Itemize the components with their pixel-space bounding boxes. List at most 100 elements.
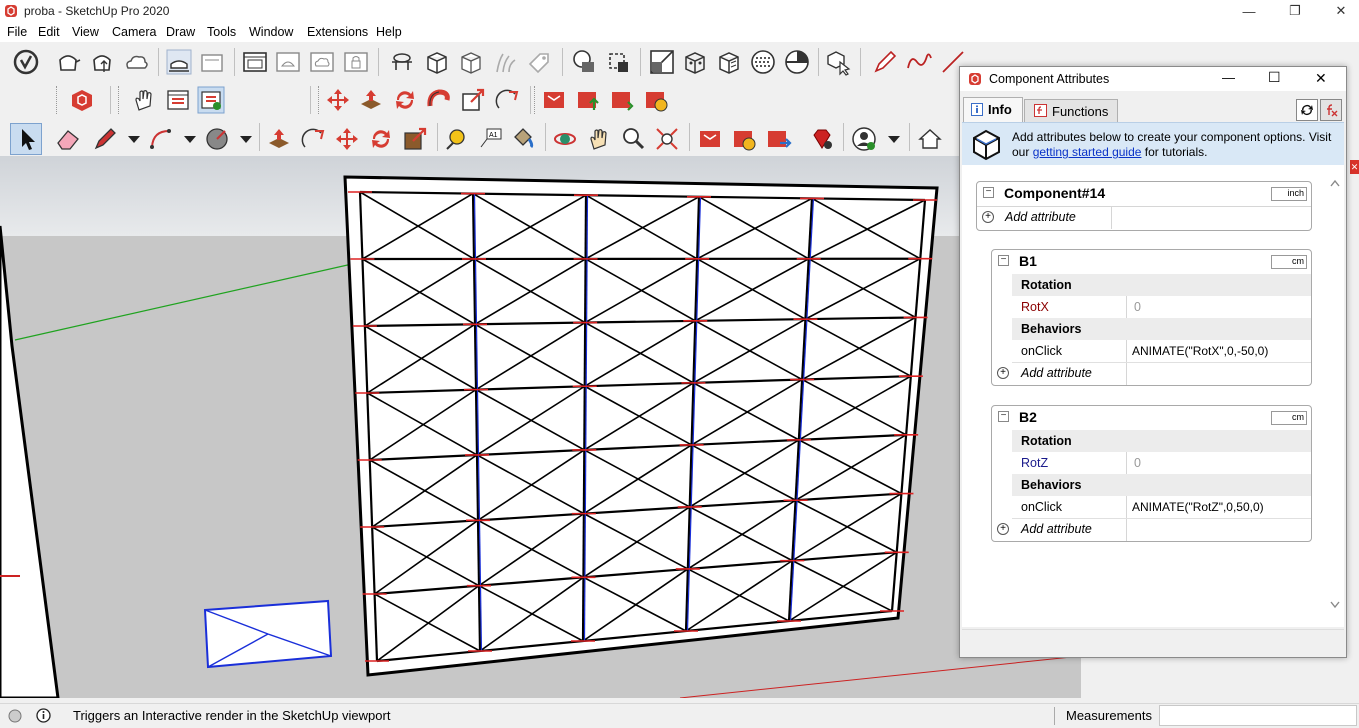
interact-hand-icon[interactable] [130, 86, 158, 114]
add-attribute-label[interactable]: Add attribute [1005, 210, 1076, 224]
attribute-row[interactable]: onClick ANIMATE("RotX",0,-50,0) [1012, 340, 1311, 363]
panel-minimize-button[interactable]: — [1222, 70, 1235, 85]
getting-started-link[interactable]: getting started guide [1033, 145, 1142, 159]
eraser-icon[interactable] [54, 125, 82, 153]
attribute-value[interactable]: 0 [1134, 456, 1141, 470]
menu-help[interactable]: Help [376, 25, 402, 39]
measurements-input[interactable] [1159, 705, 1357, 726]
collapse-toggle[interactable]: − [983, 187, 994, 198]
render-smile-icon[interactable] [730, 125, 758, 153]
pan-hand-icon[interactable] [585, 125, 613, 153]
toggle-formula-button[interactable] [1320, 99, 1342, 121]
restore-button[interactable]: ❐ [1272, 0, 1318, 22]
move-red-icon[interactable] [324, 86, 352, 114]
tray-close-icon[interactable]: ✕ [1350, 160, 1359, 174]
add-attribute-label[interactable]: Add attribute [1021, 522, 1092, 536]
chevron-down-icon[interactable] [232, 125, 260, 153]
lock-window-icon[interactable] [342, 48, 370, 76]
section-plane-icon[interactable] [604, 48, 632, 76]
menu-extensions[interactable]: Extensions [307, 25, 368, 39]
text-label-icon[interactable]: A1 [477, 125, 505, 153]
attribute-row[interactable]: RotX 0 [1012, 296, 1311, 319]
menu-tools[interactable]: Tools [207, 25, 236, 39]
grass-icon[interactable] [491, 48, 519, 76]
share-component-icon[interactable] [198, 48, 226, 76]
scale-icon[interactable] [401, 125, 429, 153]
warehouse-component-icon[interactable] [165, 48, 193, 76]
rotate-icon[interactable] [367, 125, 395, 153]
unit-badge[interactable]: cm [1271, 255, 1307, 269]
component-options-icon[interactable] [164, 86, 192, 114]
render-settings-icon[interactable] [608, 86, 636, 114]
panel-title-bar[interactable]: Component Attributes — ☐ ✕ [960, 67, 1346, 91]
toolbar-grip[interactable] [318, 86, 322, 114]
menu-draw[interactable]: Draw [166, 25, 195, 39]
tag-icon[interactable] [524, 48, 552, 76]
line-pencil-icon[interactable] [91, 125, 119, 153]
teapot-window-icon[interactable] [274, 48, 302, 76]
follow-me-icon[interactable] [425, 86, 453, 114]
scrollbar[interactable] [1326, 165, 1344, 627]
add-attribute-label[interactable]: Add attribute [1021, 366, 1092, 380]
menu-camera[interactable]: Camera [112, 25, 156, 39]
scale-red-icon[interactable] [459, 86, 487, 114]
box-icon[interactable] [423, 48, 451, 76]
toolbar-grip[interactable] [56, 86, 60, 114]
pencil-red-icon[interactable] [871, 48, 899, 76]
monochrome-icon[interactable] [783, 48, 811, 76]
menu-view[interactable]: View [72, 25, 99, 39]
warehouse-teapot-icon[interactable] [54, 48, 82, 76]
chevron-down-icon[interactable] [176, 125, 204, 153]
zoom-extents-icon[interactable] [653, 125, 681, 153]
dynamic-components-icon[interactable] [68, 86, 96, 114]
tape-measure-icon[interactable] [443, 125, 471, 153]
geolocation-icon[interactable] [8, 709, 22, 723]
minimize-button[interactable]: — [1226, 0, 1272, 22]
tab-functions[interactable]: Functions [1024, 99, 1118, 122]
rotate-red-icon[interactable] [391, 86, 419, 114]
warehouse-share-icon[interactable] [88, 48, 116, 76]
unit-badge[interactable]: cm [1271, 411, 1307, 425]
render-help-icon[interactable] [642, 86, 670, 114]
menu-window[interactable]: Window [249, 25, 293, 39]
toolbar-grip[interactable] [118, 86, 122, 114]
move-icon[interactable] [333, 125, 361, 153]
menu-edit[interactable]: Edit [38, 25, 60, 39]
arc-icon[interactable] [147, 125, 175, 153]
add-attribute-icon[interactable]: + [997, 367, 1009, 379]
window-layout-icon[interactable] [241, 48, 269, 76]
info-icon[interactable] [36, 708, 51, 723]
paint-bucket-icon[interactable] [509, 125, 537, 153]
component-select-icon[interactable] [824, 48, 852, 76]
3d-viewport[interactable] [0, 156, 1081, 698]
menu-file[interactable]: File [7, 25, 27, 39]
styles-ball-icon[interactable] [570, 48, 598, 76]
add-attribute-icon[interactable]: + [997, 523, 1009, 535]
toolbar-grip[interactable] [534, 86, 538, 114]
select-arrow-icon[interactable] [13, 125, 41, 153]
warehouse-house-icon[interactable] [916, 125, 944, 153]
collapse-toggle[interactable]: − [998, 411, 1009, 422]
render-export-icon[interactable] [764, 125, 792, 153]
scroll-up-icon[interactable] [1330, 179, 1340, 187]
freehand-icon[interactable] [905, 48, 933, 76]
attribute-row[interactable]: RotZ 0 [1012, 452, 1311, 475]
attribute-row[interactable]: onClick ANIMATE("RotZ",0,50,0) [1012, 496, 1311, 519]
render-icon[interactable] [696, 125, 724, 153]
render-red-icon[interactable] [540, 86, 568, 114]
scroll-down-icon[interactable] [1330, 601, 1340, 609]
hidden-line-icon[interactable] [715, 48, 743, 76]
wireframe-icon[interactable] [681, 48, 709, 76]
instructor-icon[interactable] [12, 48, 40, 76]
shaded-icon[interactable] [749, 48, 777, 76]
orbit-icon[interactable] [551, 125, 579, 153]
collapse-toggle[interactable]: − [998, 255, 1009, 266]
unit-badge[interactable]: inch [1271, 187, 1307, 201]
refresh-button[interactable] [1296, 99, 1318, 121]
camera-position-icon[interactable] [388, 48, 416, 76]
attribute-value[interactable]: ANIMATE("RotZ",0,50,0) [1132, 500, 1264, 514]
xray-icon[interactable] [648, 48, 676, 76]
pushpull-icon[interactable] [265, 125, 293, 153]
close-button[interactable]: ✕ [1318, 0, 1359, 22]
cloud-window-icon[interactable] [308, 48, 336, 76]
